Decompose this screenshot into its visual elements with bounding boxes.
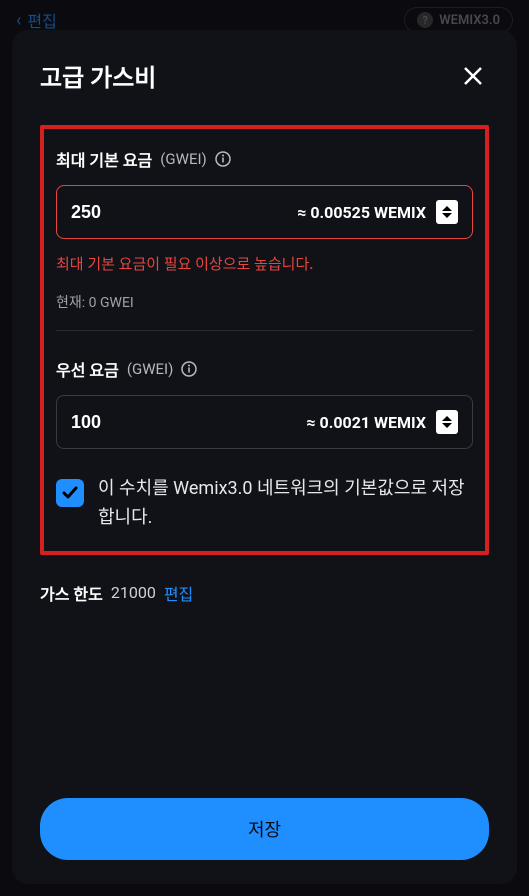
- max-base-fee-input-wrapper: ≈ 0.00525 WEMIX: [56, 185, 473, 239]
- check-icon: [61, 484, 79, 502]
- max-base-fee-error: 최대 기본 요금이 필요 이상으로 높습니다.: [56, 253, 473, 274]
- save-default-row: 이 수치를 Wemix3.0 네트워크의 기본값으로 저장합니다.: [56, 475, 473, 533]
- modal-title: 고급 가스비: [40, 58, 156, 93]
- highlight-box: 최대 기본 요금 (GWEI) ≈ 0.00525 WEMIX: [40, 125, 489, 555]
- network-label: WEMIX3.0: [439, 13, 500, 28]
- current-value: 0 GWEI: [89, 295, 134, 311]
- priority-fee-unit: (GWEI): [127, 360, 174, 378]
- info-icon[interactable]: [181, 361, 197, 377]
- chevron-down-icon: [442, 213, 452, 218]
- gas-limit-row: 가스 한도 21000 편집: [40, 581, 489, 605]
- priority-fee-group: 우선 요금 (GWEI) ≈ 0.0021 WEMIX: [56, 357, 473, 449]
- chevron-up-icon: [442, 206, 452, 211]
- max-base-fee-input[interactable]: [71, 202, 151, 223]
- chevron-left-icon: ‹: [16, 10, 21, 31]
- priority-fee-approx: ≈ 0.0021 WEMIX: [306, 413, 426, 432]
- max-base-fee-label-row: 최대 기본 요금 (GWEI): [56, 147, 473, 171]
- input-right: ≈ 0.00525 WEMIX: [297, 200, 458, 224]
- gas-limit-edit-link[interactable]: 편집: [164, 581, 193, 605]
- max-base-fee-group: 최대 기본 요금 (GWEI) ≈ 0.00525 WEMIX: [56, 147, 473, 312]
- priority-fee-stepper[interactable]: [436, 410, 458, 434]
- divider: [56, 330, 473, 331]
- max-base-fee-unit: (GWEI): [160, 150, 207, 168]
- chevron-down-icon: [442, 423, 452, 428]
- chevron-up-icon: [442, 416, 452, 421]
- save-default-checkbox[interactable]: [56, 479, 84, 507]
- gas-limit-label: 가스 한도: [40, 581, 103, 605]
- close-icon: [463, 66, 483, 86]
- current-label: 현재:: [56, 295, 85, 311]
- priority-fee-input-wrapper: ≈ 0.0021 WEMIX: [56, 395, 473, 449]
- priority-fee-label-row: 우선 요금 (GWEI): [56, 357, 473, 381]
- gas-limit-value: 21000: [111, 583, 156, 602]
- max-base-fee-current: 현재: 0 GWEI: [56, 292, 473, 312]
- save-default-label: 이 수치를 Wemix3.0 네트워크의 기본값으로 저장합니다.: [98, 475, 473, 533]
- max-base-fee-label: 최대 기본 요금: [56, 147, 152, 171]
- max-base-fee-approx: ≈ 0.00525 WEMIX: [297, 203, 426, 222]
- spacer: [40, 605, 489, 774]
- back-link[interactable]: ‹ 편집: [16, 8, 57, 32]
- back-label: 편집: [27, 8, 56, 32]
- help-icon: ?: [417, 12, 433, 28]
- save-button[interactable]: 저장: [40, 798, 489, 860]
- input-right: ≈ 0.0021 WEMIX: [306, 410, 458, 434]
- close-button[interactable]: [457, 60, 489, 92]
- info-icon[interactable]: [215, 151, 231, 167]
- max-base-fee-stepper[interactable]: [436, 200, 458, 224]
- priority-fee-input[interactable]: [71, 412, 151, 433]
- priority-fee-label: 우선 요금: [56, 357, 119, 381]
- advanced-gas-modal: 고급 가스비 최대 기본 요금 (GWEI): [12, 30, 517, 884]
- modal-header: 고급 가스비: [40, 58, 489, 93]
